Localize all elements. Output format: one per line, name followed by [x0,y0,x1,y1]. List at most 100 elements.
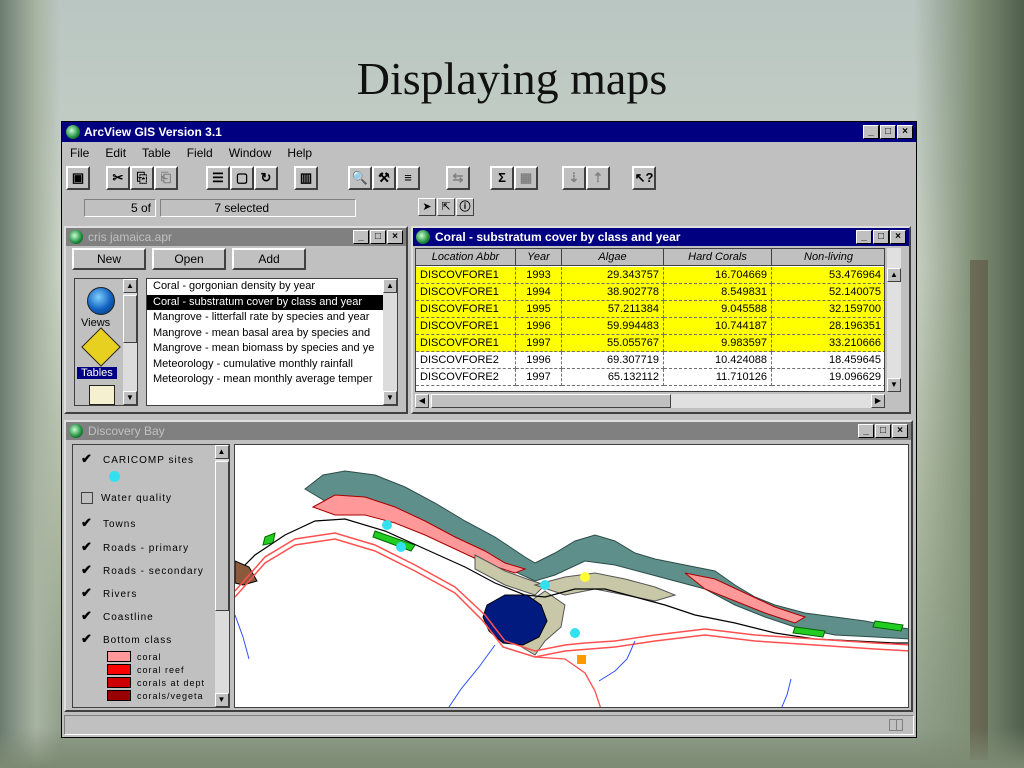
column-header[interactable]: Algae [562,249,664,266]
document-list-item[interactable]: Mangrove - mean basal area by species an… [147,326,383,342]
scroll-down-icon[interactable]: ▼ [383,391,397,405]
town-marker[interactable] [577,655,586,664]
table-cell[interactable]: 38.902778 [562,284,664,301]
add-button[interactable]: Add [232,248,306,270]
document-list-item[interactable]: Mangrove - mean biomass by species and y… [147,341,383,357]
view-minimize-button[interactable]: _ [858,424,874,438]
table-vscrollbar[interactable]: ▲ ▼ [887,248,901,392]
table-minimize-button[interactable]: _ [856,230,872,244]
maximize-button[interactable]: □ [880,125,896,139]
layer-entry[interactable]: ✔ Towns [81,513,136,533]
table-cell[interactable]: 18.459645 [772,352,884,369]
help-icon[interactable]: ↖? [632,166,656,190]
water-quality-marker[interactable] [580,572,590,582]
document-list-scrollbar[interactable]: ▲ ▼ [383,279,397,405]
column-header[interactable]: Year [516,249,562,266]
scroll-thumb[interactable] [123,295,137,343]
query-builder-icon[interactable]: ⚒ [372,166,396,190]
layer-unchecked-box[interactable] [81,492,93,505]
table-row[interactable]: DISCOVFORE1 1996 59.994483 10.744187 28.1963… [416,318,884,335]
tables-label[interactable]: Tables [77,367,117,379]
document-list-item[interactable]: Coral - substratum cover by class and ye… [147,294,383,310]
layer-entry[interactable]: ✔ Roads - primary [81,537,189,557]
calculate-icon[interactable]: ▦ [514,166,538,190]
table-row[interactable]: DISCOVFORE1 1993 29.343757 16.704669 53.4769… [416,267,884,284]
new-button[interactable]: New [72,248,146,270]
table-cell[interactable]: DISCOVFORE1 [416,267,516,284]
scroll-right-icon[interactable]: ▶ [871,394,885,408]
table-maximize-button[interactable]: □ [873,230,889,244]
find-icon[interactable]: 🔍 [348,166,372,190]
table-row[interactable]: DISCOVFORE2 1997 65.132112 11.710126 19.0966… [416,369,884,386]
promote-icon[interactable]: ≡ [396,166,420,190]
caricomp-site-marker[interactable] [396,542,406,552]
table-cell[interactable]: 1996 [516,352,562,369]
cut-icon[interactable]: ✂ [106,166,130,190]
table-cell[interactable]: DISCOVFORE1 [416,301,516,318]
view-close-button[interactable]: × [892,424,908,438]
table-cell[interactable]: 19.096629 [772,369,884,386]
scroll-up-icon[interactable]: ▲ [215,445,229,459]
hscroll-thumb[interactable] [431,394,671,408]
layer-checked-icon[interactable]: ✔ [81,606,95,626]
table-cell[interactable]: 59.994483 [562,318,664,335]
table-cell[interactable]: 52.140075 [772,284,884,301]
table-cell[interactable]: 28.196351 [772,318,884,335]
view-maximize-button[interactable]: □ [875,424,891,438]
scroll-left-icon[interactable]: ◀ [415,394,429,408]
project-minimize-button[interactable]: _ [353,230,369,244]
table-row[interactable]: DISCOVFORE1 1994 38.902778 8.549831 52.14007… [416,284,884,301]
table-cell[interactable]: 32.159700 [772,301,884,318]
layer-entry[interactable]: ✔ Rivers [81,583,137,603]
refresh-icon[interactable]: ↻ [254,166,278,190]
table-cell[interactable]: 1993 [516,267,562,284]
save-icon[interactable]: ▣ [66,166,90,190]
table-cell[interactable]: 1997 [516,369,562,386]
document-list-item[interactable]: Meteorology - cumulative monthly rainfal… [147,357,383,373]
project-close-button[interactable]: × [387,230,403,244]
table-cell[interactable]: 9.045588 [664,301,772,318]
menu-file[interactable]: File [62,144,97,164]
table-close-button[interactable]: × [890,230,906,244]
scroll-up-icon[interactable]: ▲ [123,279,137,293]
select-pointer-icon[interactable]: ➤ [418,198,436,216]
scroll-up-icon[interactable]: ▲ [887,268,901,282]
paste-icon[interactable]: ⎗ [154,166,178,190]
table-cell[interactable]: 1997 [516,335,562,352]
layer-checked-icon[interactable]: ✔ [81,560,95,580]
layer-entry[interactable]: ✔ Coastline [81,606,154,626]
menu-window[interactable]: Window [221,144,280,164]
table-properties-icon[interactable]: ☰ [206,166,230,190]
document-list-item[interactable]: Mangrove - litterfall rate by species an… [147,310,383,326]
scroll-thumb[interactable] [215,461,229,611]
layer-entry[interactable]: ✔ Roads - secondary [81,560,204,580]
table-cell[interactable]: 65.132112 [562,369,664,386]
join-icon[interactable]: ⇆ [446,166,470,190]
table-row[interactable]: DISCOVFORE2 1996 69.307719 10.424088 18.4596… [416,352,884,369]
layer-entry[interactable]: Water quality [81,489,172,509]
table-cell[interactable]: 9.983597 [664,335,772,352]
chart-icon[interactable]: ▥ [294,166,318,190]
menu-help[interactable]: Help [279,144,320,164]
views-icon[interactable] [87,287,115,315]
table-cell[interactable]: 33.210666 [772,335,884,352]
scroll-down-icon[interactable]: ▼ [887,378,901,392]
views-label[interactable]: Views [81,317,110,329]
table-cell[interactable]: DISCOVFORE2 [416,352,516,369]
caricomp-site-marker[interactable] [540,580,550,590]
layer-checked-icon[interactable]: ✔ [81,513,95,533]
table-cell[interactable]: 29.343757 [562,267,664,284]
menu-field[interactable]: Field [179,144,221,164]
menu-edit[interactable]: Edit [97,144,134,164]
resize-grip-icon[interactable] [889,719,903,731]
summarize-icon[interactable]: Σ [490,166,514,190]
charts-icon[interactable] [89,385,115,405]
table-cell[interactable]: DISCOVFORE2 [416,369,516,386]
toc-scrollbar[interactable]: ▲ ▼ [215,445,229,707]
project-maximize-button[interactable]: □ [370,230,386,244]
table-cell[interactable]: 16.704669 [664,267,772,284]
table-cell[interactable]: 57.211384 [562,301,664,318]
layer-entry[interactable]: ✔ Bottom class [81,629,172,649]
column-header[interactable]: Location Abbr [416,249,516,266]
table-cell[interactable]: 1996 [516,318,562,335]
